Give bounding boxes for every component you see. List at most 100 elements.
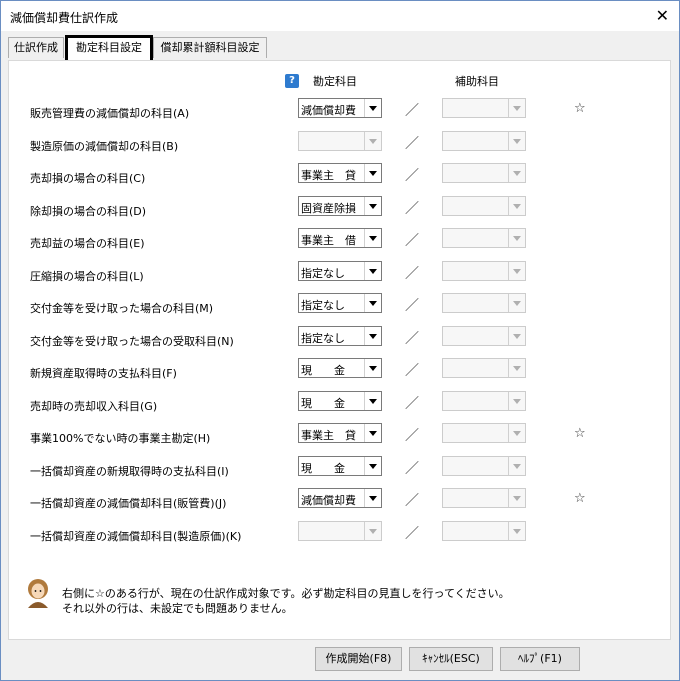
sub-account-select[interactable] — [442, 326, 526, 346]
chevron-down-icon[interactable] — [508, 132, 525, 150]
chevron-down-icon[interactable] — [364, 294, 381, 312]
sub-account-select[interactable] — [442, 456, 526, 476]
chevron-down-icon[interactable] — [508, 424, 525, 442]
account-select[interactable]: 事業主 貸 — [298, 423, 382, 443]
account-select[interactable]: 固資産除損 — [298, 196, 382, 216]
account-select[interactable]: 指定なし — [298, 293, 382, 313]
account-select[interactable]: 指定なし — [298, 261, 382, 281]
separator-slash: ／ — [405, 266, 419, 282]
sub-account-select[interactable] — [442, 391, 526, 411]
separator-slash: ／ — [405, 428, 419, 444]
account-select[interactable]: 現 金 — [298, 456, 382, 476]
assistant-avatar-icon — [28, 579, 48, 608]
separator-slash: ／ — [405, 363, 419, 379]
window-title: 減価償却費仕訳作成 — [10, 11, 119, 25]
account-select-value: 指定なし — [301, 299, 345, 312]
sub-account-select[interactable] — [442, 163, 526, 183]
account-select[interactable]: 減価償却費 — [298, 488, 382, 508]
separator-slash: ／ — [405, 396, 419, 412]
chevron-down-icon[interactable] — [364, 132, 381, 150]
help-button[interactable]: ﾍﾙﾌﾟ(F1) — [500, 647, 580, 671]
account-select-value: 固資産除損 — [301, 202, 356, 215]
account-select[interactable]: 減価償却費 — [298, 98, 382, 118]
row-label: 売却益の場合の科目(E) — [30, 237, 145, 250]
row-label: 除却損の場合の科目(D) — [30, 205, 147, 218]
separator-slash: ／ — [405, 136, 419, 152]
sub-account-select[interactable] — [442, 131, 526, 151]
separator-slash: ／ — [405, 233, 419, 249]
account-select[interactable]: 指定なし — [298, 326, 382, 346]
sub-account-select[interactable] — [442, 521, 526, 541]
chevron-down-icon[interactable] — [508, 164, 525, 182]
account-select-value: 指定なし — [301, 267, 345, 280]
separator-slash: ／ — [405, 103, 419, 119]
row-label: 新規資産取得時の支払科目(F) — [30, 367, 177, 380]
chevron-down-icon[interactable] — [508, 359, 525, 377]
account-select-value: 減価償却費 — [301, 494, 356, 507]
row-label: 一括償却資産の新規取得時の支払科目(I) — [30, 465, 229, 478]
chevron-down-icon[interactable] — [508, 262, 525, 280]
row-label: 売却時の売却収入科目(G) — [30, 400, 158, 413]
sub-account-select[interactable] — [442, 98, 526, 118]
sub-account-select[interactable] — [442, 488, 526, 508]
separator-slash: ／ — [405, 331, 419, 347]
tab-accumulated-depreciation-settings[interactable]: 償却累計額科目設定 — [153, 37, 267, 58]
account-select-value: 事業主 貸 — [301, 429, 356, 442]
account-select-value: 減価償却費 — [301, 104, 356, 117]
row-label: 交付金等を受け取った場合の科目(M) — [30, 302, 214, 315]
chevron-down-icon[interactable] — [364, 392, 381, 410]
account-select[interactable] — [298, 521, 382, 541]
separator-slash: ／ — [405, 168, 419, 184]
account-select-value: 事業主 借 — [301, 234, 356, 247]
note-line-1: 右側に☆のある行が、現在の仕訳作成対象です。必ず勘定科目の見直しを行ってください… — [62, 587, 510, 600]
chevron-down-icon[interactable] — [508, 489, 525, 507]
account-select[interactable]: 現 金 — [298, 358, 382, 378]
chevron-down-icon[interactable] — [508, 522, 525, 540]
sub-account-select[interactable] — [442, 196, 526, 216]
sub-account-select[interactable] — [442, 228, 526, 248]
separator-slash: ／ — [405, 461, 419, 477]
account-select[interactable]: 事業主 貸 — [298, 163, 382, 183]
chevron-down-icon[interactable] — [364, 359, 381, 377]
chevron-down-icon[interactable] — [508, 197, 525, 215]
row-label: 一括償却資産の減価償却科目(製造原価)(K) — [30, 530, 242, 543]
chevron-down-icon[interactable] — [364, 424, 381, 442]
chevron-down-icon[interactable] — [364, 522, 381, 540]
chevron-down-icon[interactable] — [364, 489, 381, 507]
chevron-down-icon[interactable] — [508, 392, 525, 410]
help-icon[interactable]: ? — [285, 74, 299, 88]
account-select-value: 現 金 — [301, 397, 345, 410]
account-select[interactable]: 事業主 借 — [298, 228, 382, 248]
chevron-down-icon[interactable] — [364, 99, 381, 117]
cancel-button[interactable]: ｷｬﾝｾﾙ(ESC) — [409, 647, 493, 671]
chevron-down-icon[interactable] — [364, 197, 381, 215]
chevron-down-icon[interactable] — [508, 294, 525, 312]
target-star-icon: ☆ — [574, 426, 586, 441]
sub-account-select[interactable] — [442, 293, 526, 313]
row-label: 販売管理費の減価償却の科目(A) — [30, 107, 190, 120]
chevron-down-icon[interactable] — [364, 457, 381, 475]
account-column-header: 勘定科目 — [313, 75, 357, 88]
account-select-value: 現 金 — [301, 364, 345, 377]
row-label: 一括償却資産の減価償却科目(販管費)(J) — [30, 497, 227, 510]
chevron-down-icon[interactable] — [364, 164, 381, 182]
tab-journal-create[interactable]: 仕訳作成 — [8, 37, 64, 58]
chevron-down-icon[interactable] — [508, 229, 525, 247]
close-icon[interactable]: ✕ — [656, 6, 669, 25]
account-select[interactable]: 現 金 — [298, 391, 382, 411]
sub-account-select[interactable] — [442, 358, 526, 378]
chevron-down-icon[interactable] — [508, 457, 525, 475]
chevron-down-icon[interactable] — [364, 262, 381, 280]
chevron-down-icon[interactable] — [508, 327, 525, 345]
account-select-value: 事業主 貸 — [301, 169, 356, 182]
account-select[interactable] — [298, 131, 382, 151]
target-star-icon: ☆ — [574, 491, 586, 506]
chevron-down-icon[interactable] — [364, 229, 381, 247]
chevron-down-icon[interactable] — [364, 327, 381, 345]
sub-account-select[interactable] — [442, 261, 526, 281]
chevron-down-icon[interactable] — [508, 99, 525, 117]
separator-slash: ／ — [405, 298, 419, 314]
start-create-button[interactable]: 作成開始(F8) — [315, 647, 402, 671]
sub-account-column-header: 補助科目 — [455, 75, 499, 88]
sub-account-select[interactable] — [442, 423, 526, 443]
